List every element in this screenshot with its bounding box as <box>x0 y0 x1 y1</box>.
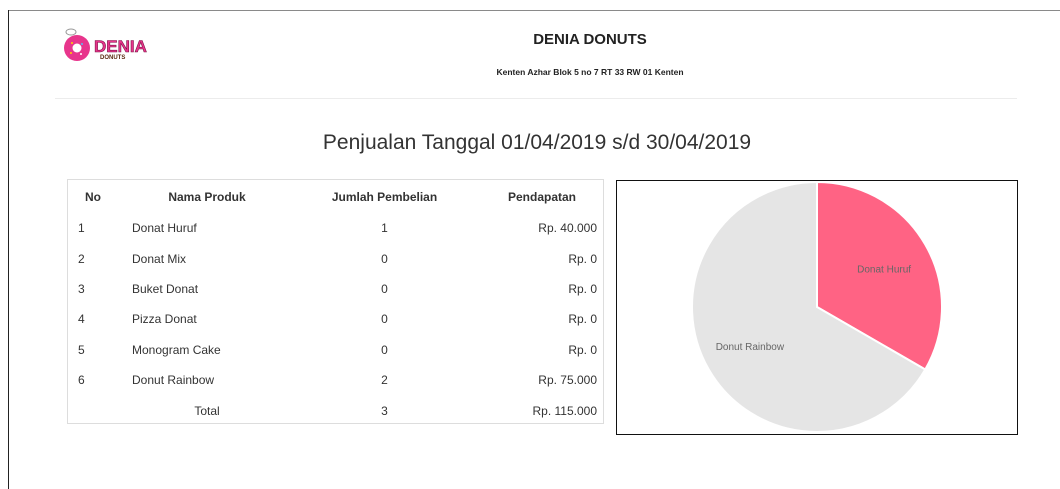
product-name: Donut Rainbow <box>132 373 215 388</box>
company-address: Kenten Azhar Blok 5 no 7 RT 33 RW 01 Ken… <box>496 67 684 77</box>
total-revenue: Rp. 115.000 <box>532 403 598 418</box>
row-number: 6 <box>78 373 85 388</box>
purchase-quantity: 0 <box>381 281 388 296</box>
table-row: 1 Donat Huruf 1 Rp. 40.000 <box>68 213 603 243</box>
pie-chart-panel: Donat Huruf Donut Rainbow <box>616 180 1018 435</box>
product-name: Donat Mix <box>132 251 187 266</box>
revenue: Rp. 0 <box>568 312 597 327</box>
revenue: Rp. 75.000 <box>538 373 597 388</box>
column-header-no: No <box>85 189 101 204</box>
column-header-quantity: Jumlah Pembelian <box>331 189 438 204</box>
company-name: DENIA DONUTS <box>533 31 647 48</box>
pie-slice-label: Donat Huruf <box>857 264 911 275</box>
product-name: Monogram Cake <box>132 342 221 357</box>
table-row: 2 Donat Mix 0 Rp. 0 <box>68 243 603 273</box>
row-number: 1 <box>78 221 85 236</box>
purchase-quantity: 2 <box>381 373 388 388</box>
table-row: 5 Monogram Cake 0 Rp. 0 <box>68 335 603 365</box>
row-number: 2 <box>78 251 85 266</box>
revenue: Rp. 40.000 <box>538 221 597 236</box>
report-title: Penjualan Tanggal 01/04/2019 s/d 30/04/2… <box>322 131 752 154</box>
purchase-quantity: 0 <box>381 312 388 327</box>
table-total-row: Total 3 Rp. 115.000 <box>68 395 603 425</box>
column-header-product: Nama Produk <box>168 189 246 204</box>
purchase-quantity: 0 <box>381 342 388 357</box>
purchase-quantity: 0 <box>381 251 388 266</box>
total-label: Total <box>194 403 220 418</box>
product-name: Buket Donat <box>132 281 199 296</box>
total-quantity: 3 <box>381 403 388 418</box>
row-number: 4 <box>78 312 85 327</box>
product-name: Pizza Donat <box>132 312 197 327</box>
row-number: 5 <box>78 342 85 357</box>
table-row: 3 Buket Donat 0 Rp. 0 <box>68 274 603 304</box>
total-empty-cell <box>68 395 116 425</box>
logo-subtext: DONUTS <box>100 55 125 61</box>
pie-chart: Donat Huruf Donut Rainbow <box>691 181 943 433</box>
revenue: Rp. 0 <box>568 281 597 296</box>
frame-left-border <box>8 10 9 489</box>
sales-table: No Nama Produk Jumlah Pembelian Pendapat… <box>67 179 604 424</box>
table-row: 4 Pizza Donat 0 Rp. 0 <box>68 304 603 334</box>
product-name: Donat Huruf <box>132 221 197 236</box>
column-header-revenue: Pendapatan <box>507 189 576 204</box>
pie-slice-label: Donut Rainbow <box>716 342 785 353</box>
revenue: Rp. 0 <box>568 342 597 357</box>
purchase-quantity: 1 <box>381 221 388 236</box>
row-number: 3 <box>78 281 85 296</box>
frame-top-border <box>8 10 1060 11</box>
table-header-row: No Nama Produk Jumlah Pembelian Pendapat… <box>68 180 603 213</box>
table-row: 6 Donut Rainbow 2 Rp. 75.000 <box>68 365 603 395</box>
revenue: Rp. 0 <box>568 251 597 266</box>
header-divider <box>55 98 1017 99</box>
